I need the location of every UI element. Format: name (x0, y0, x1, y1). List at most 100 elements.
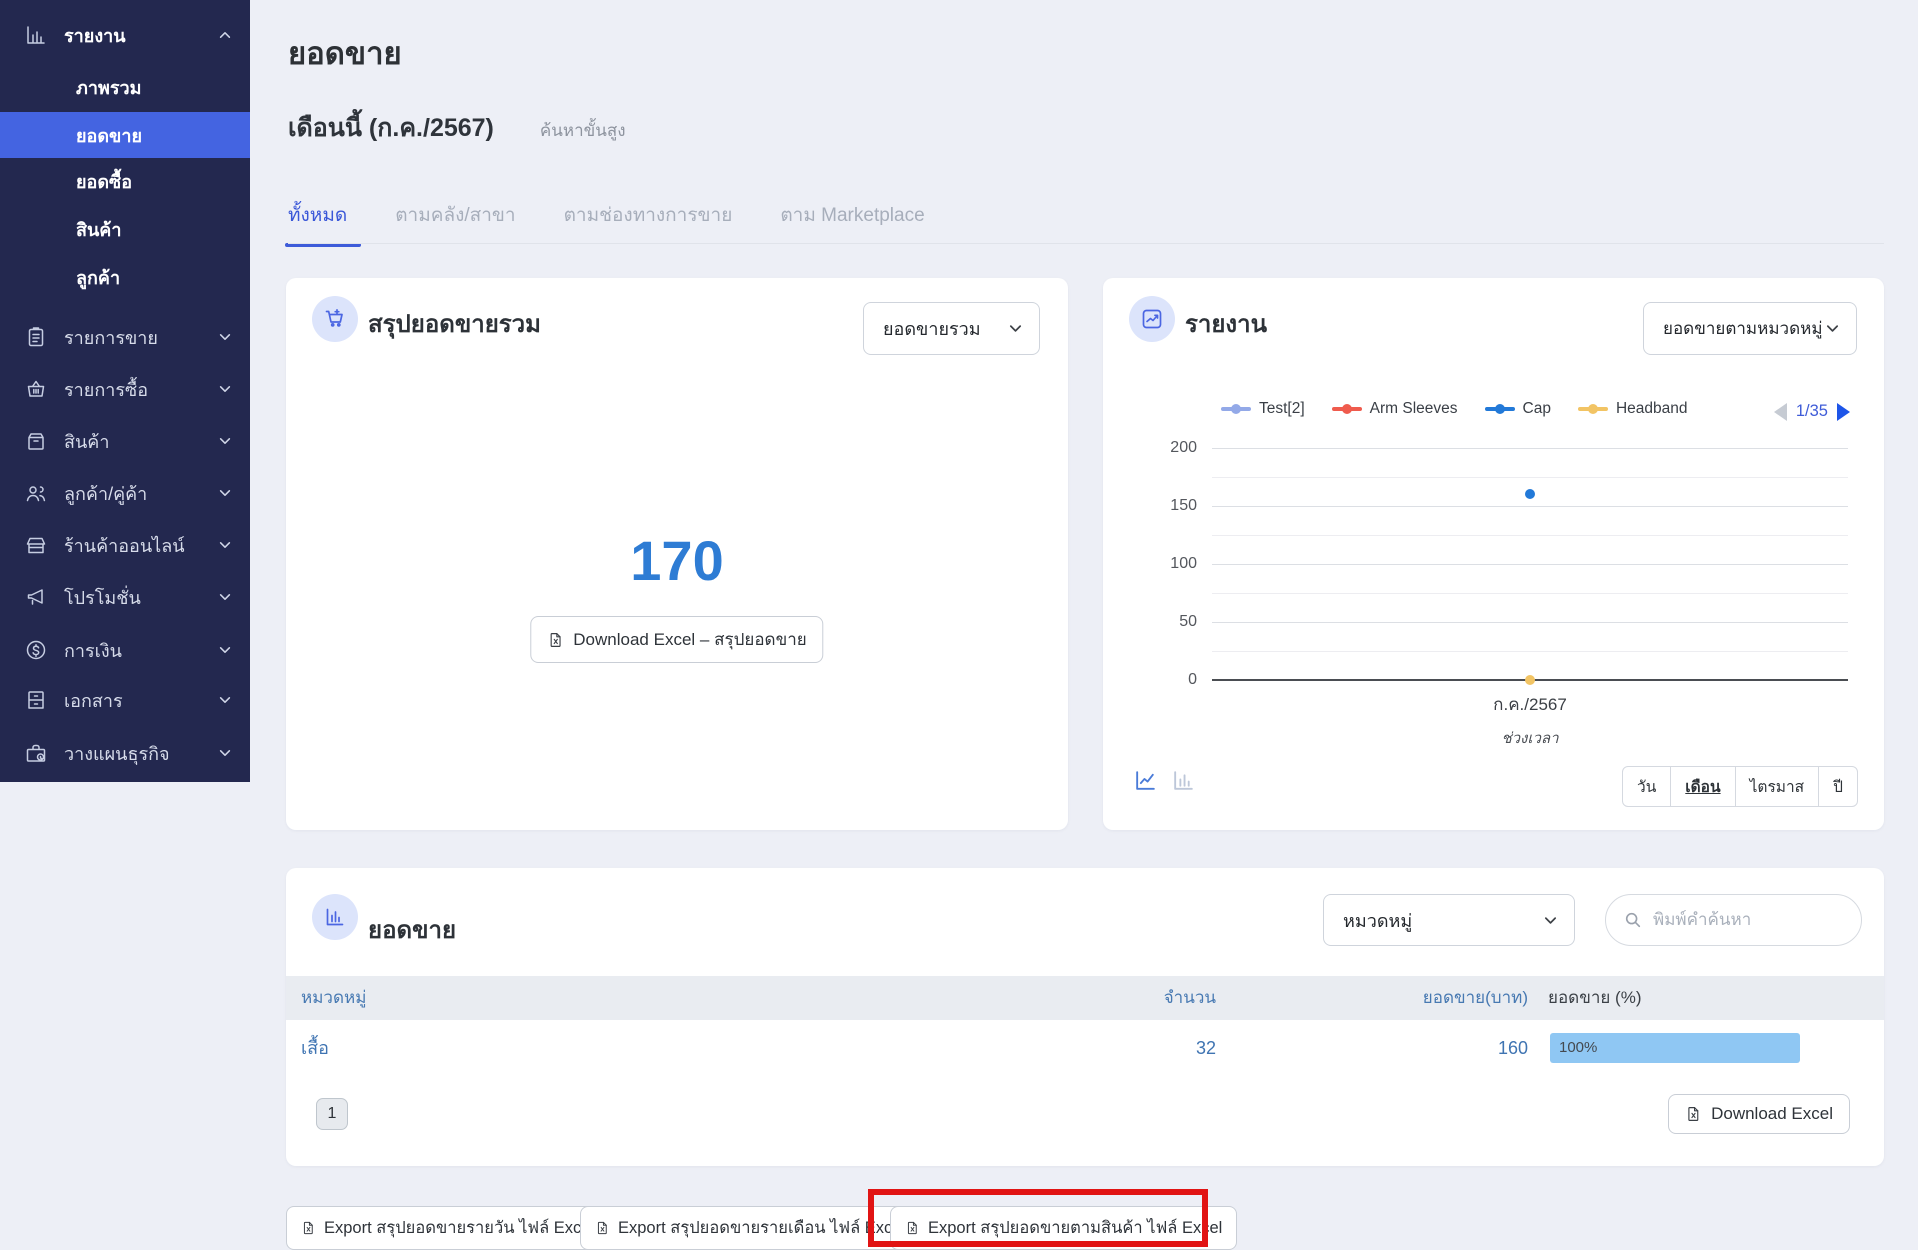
sidebar-item-business-plan[interactable]: วางแผนธุรกิจ (0, 727, 250, 779)
sidebar-item-label: สินค้า (76, 219, 122, 240)
sidebar-item-label: เอกสาร (64, 690, 123, 711)
pager-prev-icon[interactable] (1773, 402, 1787, 421)
legend-marker-icon (1484, 407, 1515, 411)
documents-icon (28, 691, 44, 709)
data-point-Headband[interactable] (1525, 675, 1535, 685)
sidebar-item-label: สินค้า (64, 431, 110, 452)
legend-item[interactable]: Test[2] (1221, 400, 1305, 418)
chevron-down-icon (219, 386, 231, 392)
cell-category[interactable]: เสื้อ (301, 1020, 329, 1076)
gridline (1212, 651, 1848, 652)
table-row[interactable]: เสื้อ 32 160 100% (286, 1020, 1884, 1076)
bar-chart-icon (312, 894, 358, 940)
sidebar-item-label: ลูกค้า/คู่ค้า (64, 483, 148, 504)
sidebar-item-products-menu[interactable]: สินค้า (0, 415, 250, 467)
sidebar-item-products[interactable]: สินค้า (0, 206, 250, 252)
chevron-down-icon (1544, 916, 1557, 924)
period-label: เดือนนี้ (ก.ค./2567) (288, 114, 494, 142)
summary-card-title: สรุปยอดขายรวม (368, 311, 541, 338)
sidebar-item-online-store[interactable]: ร้านค้าออนไลน์ (0, 519, 250, 571)
export-sales-by-product-excel-button[interactable]: Export สรุปยอดขายตามสินค้า ไฟล์ Excel (890, 1206, 1238, 1250)
tab-bar: ทั้งหมด ตามคลัง/สาขา ตามช่องทางการขาย ตา… (284, 200, 925, 247)
table-header-row: หมวดหมู่ จำนวน ยอดขาย(บาท) ยอดขาย (%) (286, 976, 1884, 1020)
col-header-category[interactable]: หมวดหมู่ (301, 976, 366, 1020)
col-header-quantity[interactable]: จำนวน (1164, 976, 1216, 1020)
period-month-button[interactable]: เดือน (1670, 767, 1734, 806)
sales-card-title: ยอดขาย (368, 917, 457, 944)
sidebar-item-label: ร้านค้าออนไลน์ (64, 535, 185, 556)
sidebar-item-sales[interactable]: ยอดขาย (0, 112, 250, 158)
legend-marker-icon (1331, 407, 1362, 411)
tab-all[interactable]: ทั้งหมด (284, 200, 362, 247)
export-monthly-sales-excel-button[interactable]: Export สรุปยอดขายรายเดือน ไฟล์ Excel (580, 1206, 921, 1250)
period-day-button[interactable]: วัน (1623, 767, 1670, 806)
period-year-button[interactable]: ปี (1818, 767, 1857, 806)
sidebar-item-sale-orders[interactable]: รายการขาย (0, 311, 250, 363)
excel-file-icon (550, 632, 561, 647)
tab-by-marketplace[interactable]: ตาม Marketplace (780, 200, 924, 247)
sidebar-item-reports[interactable]: รายงาน (0, 10, 250, 60)
report-metric-dropdown[interactable]: ยอดขายตามหมวดหมู่ (1643, 302, 1857, 355)
sidebar-item-label: การเงิน (64, 640, 122, 661)
tab-by-warehouse[interactable]: ตามคลัง/สาขา (395, 200, 515, 247)
export-daily-sales-excel-button[interactable]: Export สรุปยอดขายรายวัน ไฟล์ Excel (286, 1206, 610, 1250)
chevron-up-icon (219, 32, 231, 38)
sidebar-item-documents[interactable]: เอกสาร (0, 674, 250, 726)
legend-marker-icon (1577, 407, 1608, 411)
search-input[interactable] (1653, 910, 1843, 930)
sale-orders-icon (28, 327, 44, 347)
gridline (1212, 477, 1848, 478)
chevron-down-icon (219, 490, 231, 496)
chevron-down-icon (1826, 325, 1839, 332)
pager-next-icon[interactable] (1837, 402, 1850, 421)
sidebar-item-customers[interactable]: ลูกค้า (0, 254, 250, 300)
pagination-page-1-button[interactable]: 1 (316, 1098, 348, 1130)
percent-bar: 100% (1550, 1033, 1800, 1063)
chevron-down-icon (219, 594, 231, 600)
sidebar-item-purchase-orders[interactable]: รายการซื้อ (0, 363, 250, 415)
purchase-orders-icon (27, 380, 45, 397)
legend-pager: 1/35 (1773, 402, 1850, 421)
y-tick-label: 50 (1179, 613, 1197, 630)
data-point-Cap[interactable] (1525, 489, 1535, 500)
chart-legend: Test[2] Arm Sleeves Cap Headband (1221, 400, 1688, 418)
sidebar-item-label: รายการซื้อ (64, 379, 149, 400)
legend-item[interactable]: Headband (1577, 400, 1688, 418)
chevron-down-icon (219, 438, 231, 444)
period-button-group: วัน เดือน ไตรมาส ปี (1621, 766, 1858, 807)
period-quarter-button[interactable]: ไตรมาส (1734, 767, 1819, 806)
sidebar-item-overview[interactable]: ภาพรวม (0, 64, 250, 110)
legend-item[interactable]: Cap (1484, 400, 1551, 418)
bar-chart-toggle-icon[interactable] (1171, 768, 1196, 793)
customers-partners-icon (26, 486, 46, 502)
sidebar-item-purchases[interactable]: ยอดซื้อ (0, 158, 250, 204)
y-tick-label: 150 (1170, 497, 1197, 514)
category-dropdown[interactable]: หมวดหมู่ (1323, 894, 1575, 946)
legend-item[interactable]: Arm Sleeves (1331, 400, 1458, 418)
sales-table-card: ยอดขาย หมวดหมู่ หมวดหมู่ จำนวน ยอดขาย(บา… (286, 868, 1884, 1166)
sidebar-item-promotions[interactable]: โปรโมชั่น (0, 571, 250, 623)
sidebar-item-label: รายงาน (64, 25, 126, 46)
excel-file-icon (303, 1221, 313, 1235)
line-chart-toggle-icon[interactable] (1133, 768, 1158, 793)
tab-by-channel[interactable]: ตามช่องทางการขาย (564, 200, 733, 247)
download-excel-table-button[interactable]: Download Excel (1668, 1094, 1850, 1134)
summary-total-value: 170 (630, 529, 724, 592)
col-header-percent: ยอดขาย (%) (1548, 988, 1642, 1007)
chevron-down-icon (219, 647, 231, 653)
chart-type-toggle (1133, 768, 1196, 793)
sidebar-item-customers-partners[interactable]: ลูกค้า/คู่ค้า (0, 467, 250, 519)
sidebar-item-finance[interactable]: การเงิน (0, 624, 250, 676)
promotions-icon (27, 589, 43, 605)
products-menu-icon (28, 433, 44, 450)
period-row: เดือนนี้ (ก.ค./2567) ค้นหาขั้นสูง (288, 108, 626, 148)
legend-label: Headband (1615, 400, 1688, 417)
col-header-amount[interactable]: ยอดขาย(บาท) (1423, 976, 1528, 1020)
cell-amount: 160 (1497, 1038, 1528, 1058)
advanced-search-link[interactable]: ค้นหาขั้นสูง (540, 117, 626, 144)
summary-metric-dropdown[interactable]: ยอดขายรวม (863, 302, 1040, 355)
excel-file-icon (1688, 1107, 1699, 1121)
download-excel-summary-button[interactable]: Download Excel – สรุปยอดขาย (530, 616, 824, 663)
gridline (1212, 506, 1848, 507)
business-plan-icon (26, 744, 46, 762)
